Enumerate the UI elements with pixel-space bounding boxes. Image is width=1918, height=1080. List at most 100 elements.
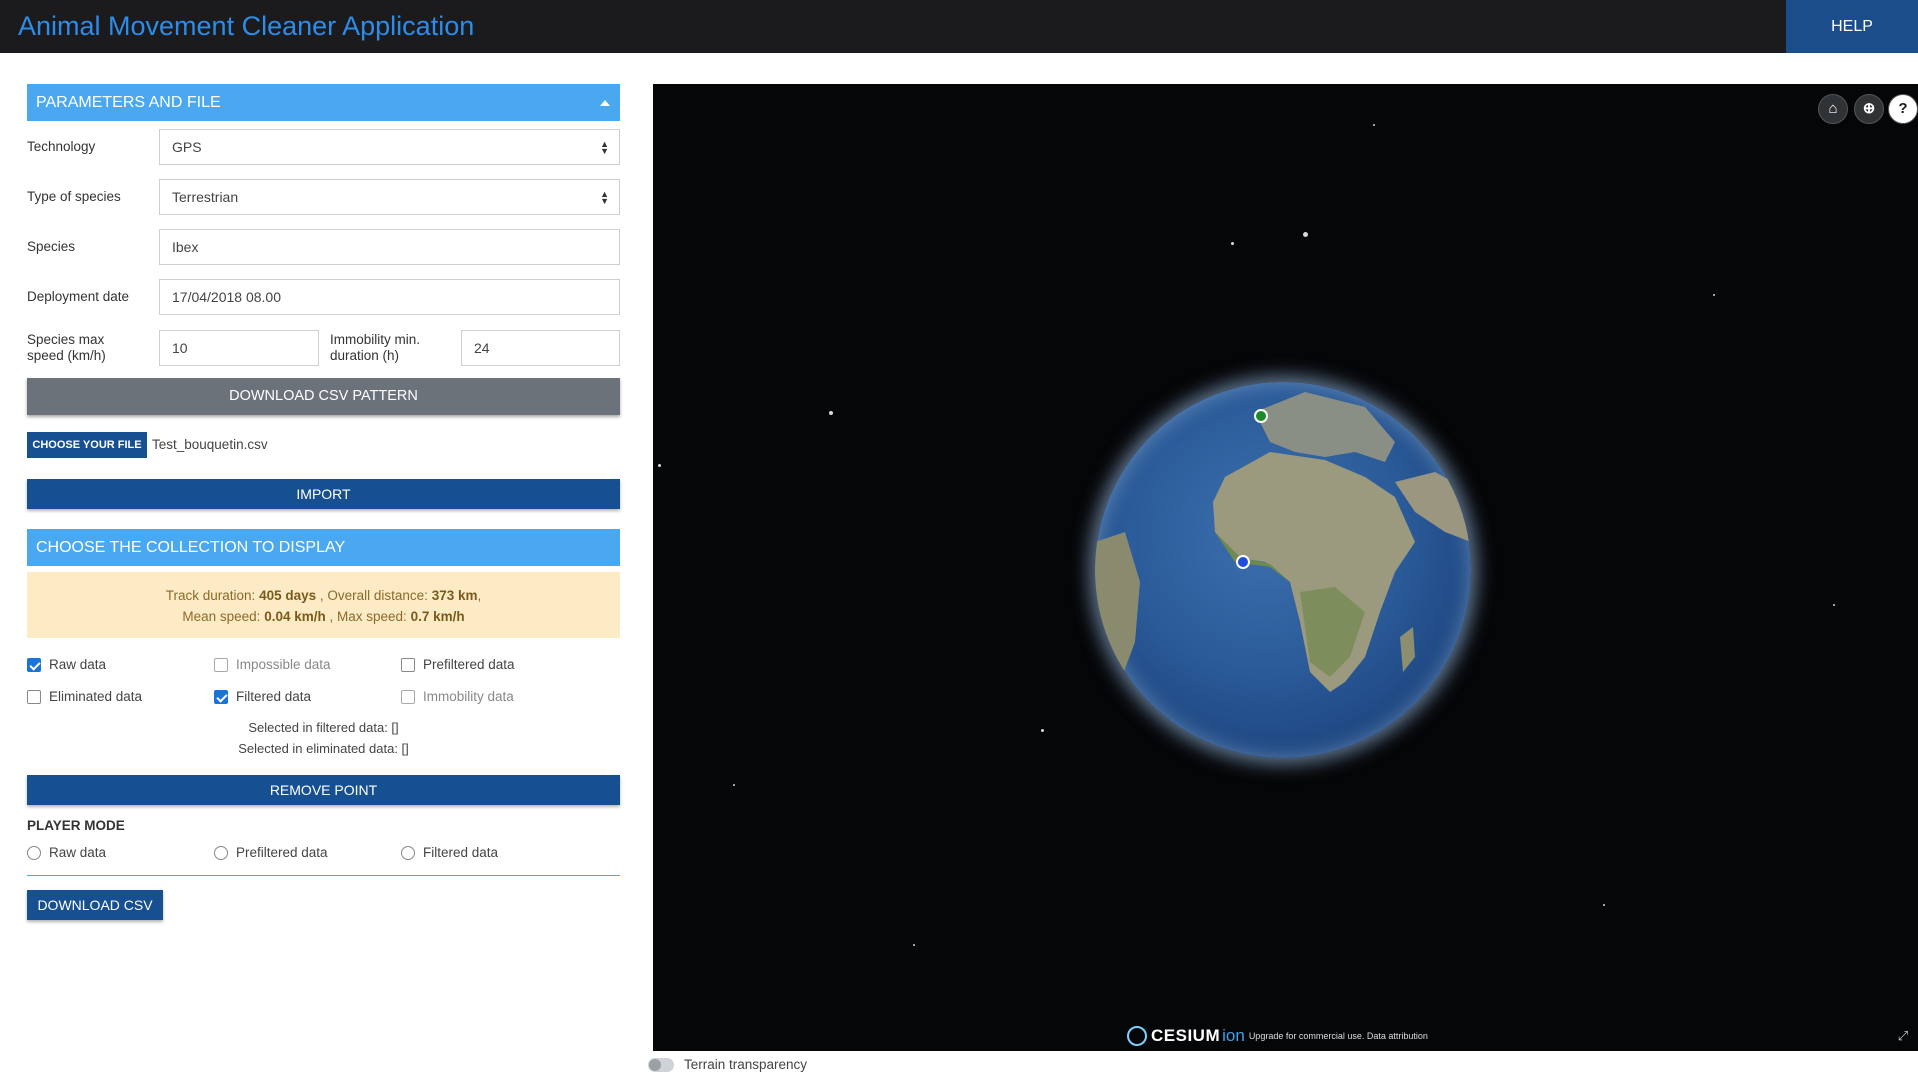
fullscreen-icon[interactable]: ⤢ [1892,1025,1914,1047]
top-bar: Animal Movement Cleaner Application HELP [0,0,1918,53]
deployment-date-label: Deployment date [27,289,130,304]
checkbox-icon [401,689,415,704]
species-input[interactable]: Ibex [159,229,620,265]
parameters-section-header[interactable]: PARAMETERS AND FILE [27,84,620,121]
help-button[interactable]: HELP [1786,0,1918,53]
earth-globe[interactable] [1095,382,1471,758]
mean-speed-value: 0.04 km/h [264,609,326,624]
comma: , [477,588,482,603]
terrain-transparency-toggle[interactable]: Terrain transparency [648,1057,807,1072]
species-type-label: Type of species [27,189,121,204]
max-speed-label: Species max speed (km/h) [27,332,106,364]
continents-map [1095,392,1471,692]
track-duration-label: Track duration: [165,588,256,603]
player-prefiltered-label: Prefiltered data [236,845,328,860]
selected-eliminated-text: Selected in eliminated data: [] [238,741,409,756]
player-prefiltered-radio[interactable]: Prefiltered data [214,845,328,860]
star [829,411,833,415]
import-button[interactable]: IMPORT [27,479,620,509]
deployment-date-input[interactable]: 17/04/2018 08.00 [159,279,620,315]
prefiltered-data-checkbox[interactable]: Prefiltered data [401,657,515,672]
globe-icon[interactable]: ⊕ [1854,94,1884,124]
eliminated-data-checkbox[interactable]: Eliminated data [27,689,142,704]
collection-section-header: CHOOSE THE COLLECTION TO DISPLAY [27,529,620,566]
player-raw-radio[interactable]: Raw data [27,845,106,860]
selected-filtered-text: Selected in filtered data: [] [248,720,399,735]
checkbox-icon [27,689,41,704]
technology-select[interactable]: GPS ▲ ▼ [159,129,620,165]
player-divider [27,875,620,876]
cesium-logo-text: CESIUM [1151,1026,1221,1045]
species-label: Species [27,239,76,254]
impossible-data-label: Impossible data [236,657,331,672]
filtered-data-checkbox[interactable]: Filtered data [214,689,311,704]
prefiltered-data-label: Prefiltered data [423,657,515,672]
track-duration-value: 405 days [259,588,317,603]
file-name: Test_bouquetin.csv [152,437,268,452]
home-icon[interactable]: ⌂ [1818,94,1848,124]
cesium-ion-text: ion [1222,1026,1245,1045]
remove-point-button[interactable]: REMOVE POINT [27,775,620,805]
overall-distance-label: , Overall distance: [319,588,428,603]
position-marker[interactable] [1236,555,1250,569]
terrain-transparency-label: Terrain transparency [684,1057,808,1072]
star [1603,904,1605,906]
start-marker[interactable] [1254,409,1268,423]
checkbox-icon [214,657,228,672]
radio-icon [214,845,228,860]
download-csv-pattern-button[interactable]: DOWNLOAD CSV PATTERN [27,378,620,415]
cesium-globe-viewer[interactable]: ⌂ ⊕ ? CESIUM ion Upgrade for commercial … [653,84,1918,1051]
player-raw-label: Raw data [49,845,107,860]
max-speed-label-line2: speed (km/h) [27,348,106,363]
checkbox-icon [401,657,415,672]
radio-icon [27,845,41,860]
app-title: Animal Movement Cleaner Application [18,11,475,41]
eliminated-data-label: Eliminated data [49,689,143,704]
immobility-label-line1: Immobility min. [330,332,421,347]
immobility-data-label: Immobility data [423,689,514,704]
max-speed-stat-value: 0.7 km/h [410,609,465,624]
star [913,944,915,946]
star [1303,232,1308,237]
star [1041,729,1044,732]
checkbox-checked-icon [214,689,228,704]
checkbox-checked-icon [27,657,41,672]
credit-text[interactable]: Upgrade for commercial use. Data attribu… [1249,1031,1428,1041]
immobility-label-line2: duration (h) [330,348,400,363]
player-mode-title: PLAYER MODE [27,818,125,833]
stats-line-1: Track duration: 405 days , Overall dista… [27,585,620,606]
impossible-data-checkbox[interactable]: Impossible data [214,657,331,672]
player-filtered-label: Filtered data [423,845,499,860]
choose-file-button[interactable]: CHOOSE YOUR FILE [27,432,147,458]
raw-data-checkbox[interactable]: Raw data [27,657,106,672]
player-filtered-radio[interactable]: Filtered data [401,845,498,860]
cesium-logo-icon [1127,1026,1147,1046]
caret-up-icon [600,100,610,106]
max-speed-stat-label: , Max speed: [329,609,407,624]
immobility-input[interactable]: 24 [461,330,620,366]
radio-icon [401,845,415,860]
species-type-select[interactable]: Terrestrian ▲ ▼ [159,179,620,215]
star [658,464,661,467]
collection-header-label: CHOOSE THE COLLECTION TO DISPLAY [36,539,346,556]
technology-label: Technology [27,139,96,154]
star [1231,242,1234,245]
max-speed-input[interactable]: 10 [159,330,319,366]
star [1373,124,1375,126]
star [1833,604,1835,606]
filtered-data-label: Filtered data [236,689,312,704]
star [733,784,735,786]
max-speed-label-line1: Species max [27,332,105,347]
immobility-label: Immobility min. duration (h) [330,332,420,364]
mean-speed-label: Mean speed: [182,609,261,624]
select-arrows-icon: ▲ ▼ [600,189,609,206]
immobility-data-checkbox[interactable]: Immobility data [401,689,514,704]
cesium-credit[interactable]: CESIUM ion Upgrade for commercial use. D… [1127,1026,1428,1046]
select-arrows-icon: ▲ ▼ [600,139,609,156]
download-csv-button[interactable]: DOWNLOAD CSV [27,890,163,920]
species-type-value: Terrestrian [172,189,239,205]
overall-distance-value: 373 km [431,588,478,603]
stats-line-2: Mean speed: 0.04 km/h , Max speed: 0.7 k… [27,606,620,627]
toggle-switch-icon[interactable] [648,1057,674,1072]
help-icon[interactable]: ? [1888,94,1918,124]
